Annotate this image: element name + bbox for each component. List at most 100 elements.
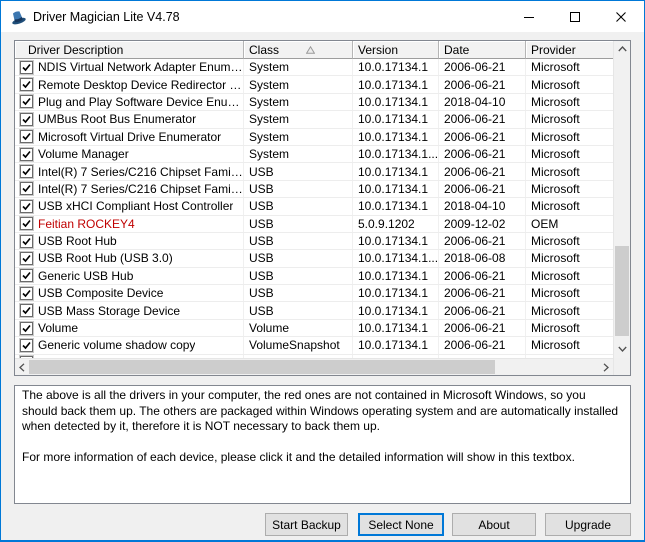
checkmark-icon [22, 324, 31, 333]
column-header-date[interactable]: Date [439, 41, 526, 59]
table-row[interactable]: Feitian ROCKEY4USB5.0.9.12022009-12-02OE… [15, 216, 613, 233]
row-checkbox[interactable] [20, 95, 33, 108]
checkmark-icon [22, 254, 31, 263]
cell-provider: OEM [526, 216, 613, 232]
table-row[interactable]: Microsoft Virtual Drive EnumeratorSystem… [15, 129, 613, 146]
column-header-provider[interactable]: Provider [526, 41, 613, 59]
checkmark-icon [22, 271, 31, 280]
table-row[interactable]: Remote Desktop Device Redirector BusSyst… [15, 76, 613, 93]
app-magician-hat-icon [10, 9, 26, 25]
row-checkbox[interactable] [20, 217, 33, 230]
cell-provider: Microsoft [526, 320, 613, 336]
table-row[interactable]: USB Composite DeviceUSB10.0.17134.12006-… [15, 285, 613, 302]
table-row[interactable]: UMBus Root Bus EnumeratorSystem10.0.1713… [15, 111, 613, 128]
select-none-button[interactable]: Select None [358, 513, 444, 536]
cell-version: 10.0.17134.1 [353, 163, 439, 179]
cell-date: 2009-12-02 [439, 216, 526, 232]
cell-class: USB [244, 198, 353, 214]
scroll-down-arrow-icon[interactable] [614, 341, 630, 357]
row-checkbox[interactable] [20, 148, 33, 161]
cell-version: 10.0.17134.1 [353, 129, 439, 145]
close-button[interactable] [598, 1, 644, 32]
about-button[interactable]: About [452, 513, 536, 536]
table-row[interactable]: USB Mass Storage DeviceUSB10.0.17134.120… [15, 302, 613, 319]
row-checkbox[interactable] [20, 78, 33, 91]
window-title: Driver Magician Lite V4.78 [33, 10, 506, 24]
checkmark-icon [22, 97, 31, 106]
cell-provider: Microsoft [526, 198, 613, 214]
checkmark-icon [22, 150, 31, 159]
upgrade-button[interactable]: Upgrade [545, 513, 631, 536]
row-checkbox[interactable] [20, 113, 33, 126]
cell-description: Feitian ROCKEY4 [15, 216, 244, 232]
cell-version: 10.0.17134.1... [353, 146, 439, 162]
table-row[interactable]: USB xHCI Compliant Host ControllerUSB10.… [15, 198, 613, 215]
info-paragraph-1: The above is all the drivers in your com… [22, 388, 623, 435]
cell-description: Intel(R) 7 Series/C216 Chipset Family US… [15, 163, 244, 179]
minimize-button[interactable] [506, 1, 552, 32]
cell-provider: Microsoft [526, 111, 613, 127]
row-checkbox[interactable] [20, 252, 33, 265]
info-textbox[interactable]: The above is all the drivers in your com… [14, 385, 631, 504]
vertical-scrollbar-thumb[interactable] [615, 246, 629, 336]
vertical-scrollbar-track[interactable] [614, 41, 630, 358]
row-checkbox[interactable] [20, 269, 33, 282]
row-checkbox[interactable] [20, 200, 33, 213]
table-row[interactable]: Intel(R) 7 Series/C216 Chipset Family US… [15, 181, 613, 198]
checkmark-icon [22, 115, 31, 124]
cell-provider: Microsoft [526, 285, 613, 301]
driver-list: Driver DescriptionClassVersionDateProvid… [14, 40, 631, 376]
horizontal-scrollbar[interactable] [15, 358, 613, 375]
column-header-driver-description[interactable]: Driver Description [15, 41, 244, 59]
table-row[interactable]: NDIS Virtual Network Adapter EnumeratorS… [15, 59, 613, 76]
row-checkbox[interactable] [20, 235, 33, 248]
row-checkbox[interactable] [20, 61, 33, 74]
cell-class: System [244, 76, 353, 92]
cell-version: 10.0.17134.1 [353, 285, 439, 301]
cell-date: 2006-06-21 [439, 302, 526, 318]
table-row[interactable]: Intel(R) 7 Series/C216 Chipset Family US… [15, 163, 613, 180]
table-row[interactable]: Generic USB HubUSB10.0.17134.12006-06-21… [15, 268, 613, 285]
cell-class: USB [244, 302, 353, 318]
table-row[interactable]: Plug and Play Software Device Enumerator… [15, 94, 613, 111]
cell-description: UMBus Root Bus Enumerator [15, 111, 244, 127]
cell-class: USB [244, 181, 353, 197]
cell-version: 10.0.17134.1 [353, 94, 439, 110]
table-row[interactable]: VolumeVolume10.0.17134.12006-06-21Micros… [15, 320, 613, 337]
row-checkbox[interactable] [20, 165, 33, 178]
row-checkbox[interactable] [20, 339, 33, 352]
scroll-left-arrow-icon[interactable] [15, 359, 29, 375]
minimize-icon [524, 12, 534, 22]
vertical-scrollbar[interactable] [613, 41, 630, 375]
checkmark-icon [22, 237, 31, 246]
scroll-up-arrow-icon[interactable] [614, 41, 630, 57]
row-checkbox[interactable] [20, 287, 33, 300]
checkmark-icon [22, 202, 31, 211]
cell-description: USB Root Hub (USB 3.0) [15, 250, 244, 266]
scrollbar-corner [614, 358, 630, 375]
maximize-button[interactable] [552, 1, 598, 32]
checkmark-icon [22, 219, 31, 228]
table-row[interactable]: USB Root Hub (USB 3.0)USB10.0.17134.1...… [15, 250, 613, 267]
cell-description: USB Root Hub [15, 233, 244, 249]
cell-provider: Microsoft [526, 268, 613, 284]
cell-class: VolumeSnapshot [244, 337, 353, 353]
horizontal-scrollbar-thumb[interactable] [29, 360, 495, 374]
column-header-version[interactable]: Version [353, 41, 439, 59]
row-checkbox[interactable] [20, 304, 33, 317]
row-checkbox[interactable] [20, 182, 33, 195]
driver-table-header: Driver DescriptionClassVersionDateProvid… [15, 41, 613, 59]
table-row[interactable]: Generic volume shadow copyVolumeSnapshot… [15, 337, 613, 354]
cell-description: Generic USB Hub [15, 268, 244, 284]
column-header-class[interactable]: Class [244, 41, 353, 59]
scroll-right-arrow-icon[interactable] [599, 359, 613, 375]
table-row[interactable]: USB Root HubUSB10.0.17134.12006-06-21Mic… [15, 233, 613, 250]
checkmark-icon [22, 306, 31, 315]
row-checkbox[interactable] [20, 130, 33, 143]
row-checkbox[interactable] [20, 322, 33, 335]
table-row[interactable]: Volume ManagerSystem10.0.17134.1...2006-… [15, 146, 613, 163]
cell-date: 2006-06-21 [439, 111, 526, 127]
cell-description: Intel(R) 7 Series/C216 Chipset Family US… [15, 181, 244, 197]
cell-version: 10.0.17134.1 [353, 302, 439, 318]
start-backup-button[interactable]: Start Backup [265, 513, 348, 536]
